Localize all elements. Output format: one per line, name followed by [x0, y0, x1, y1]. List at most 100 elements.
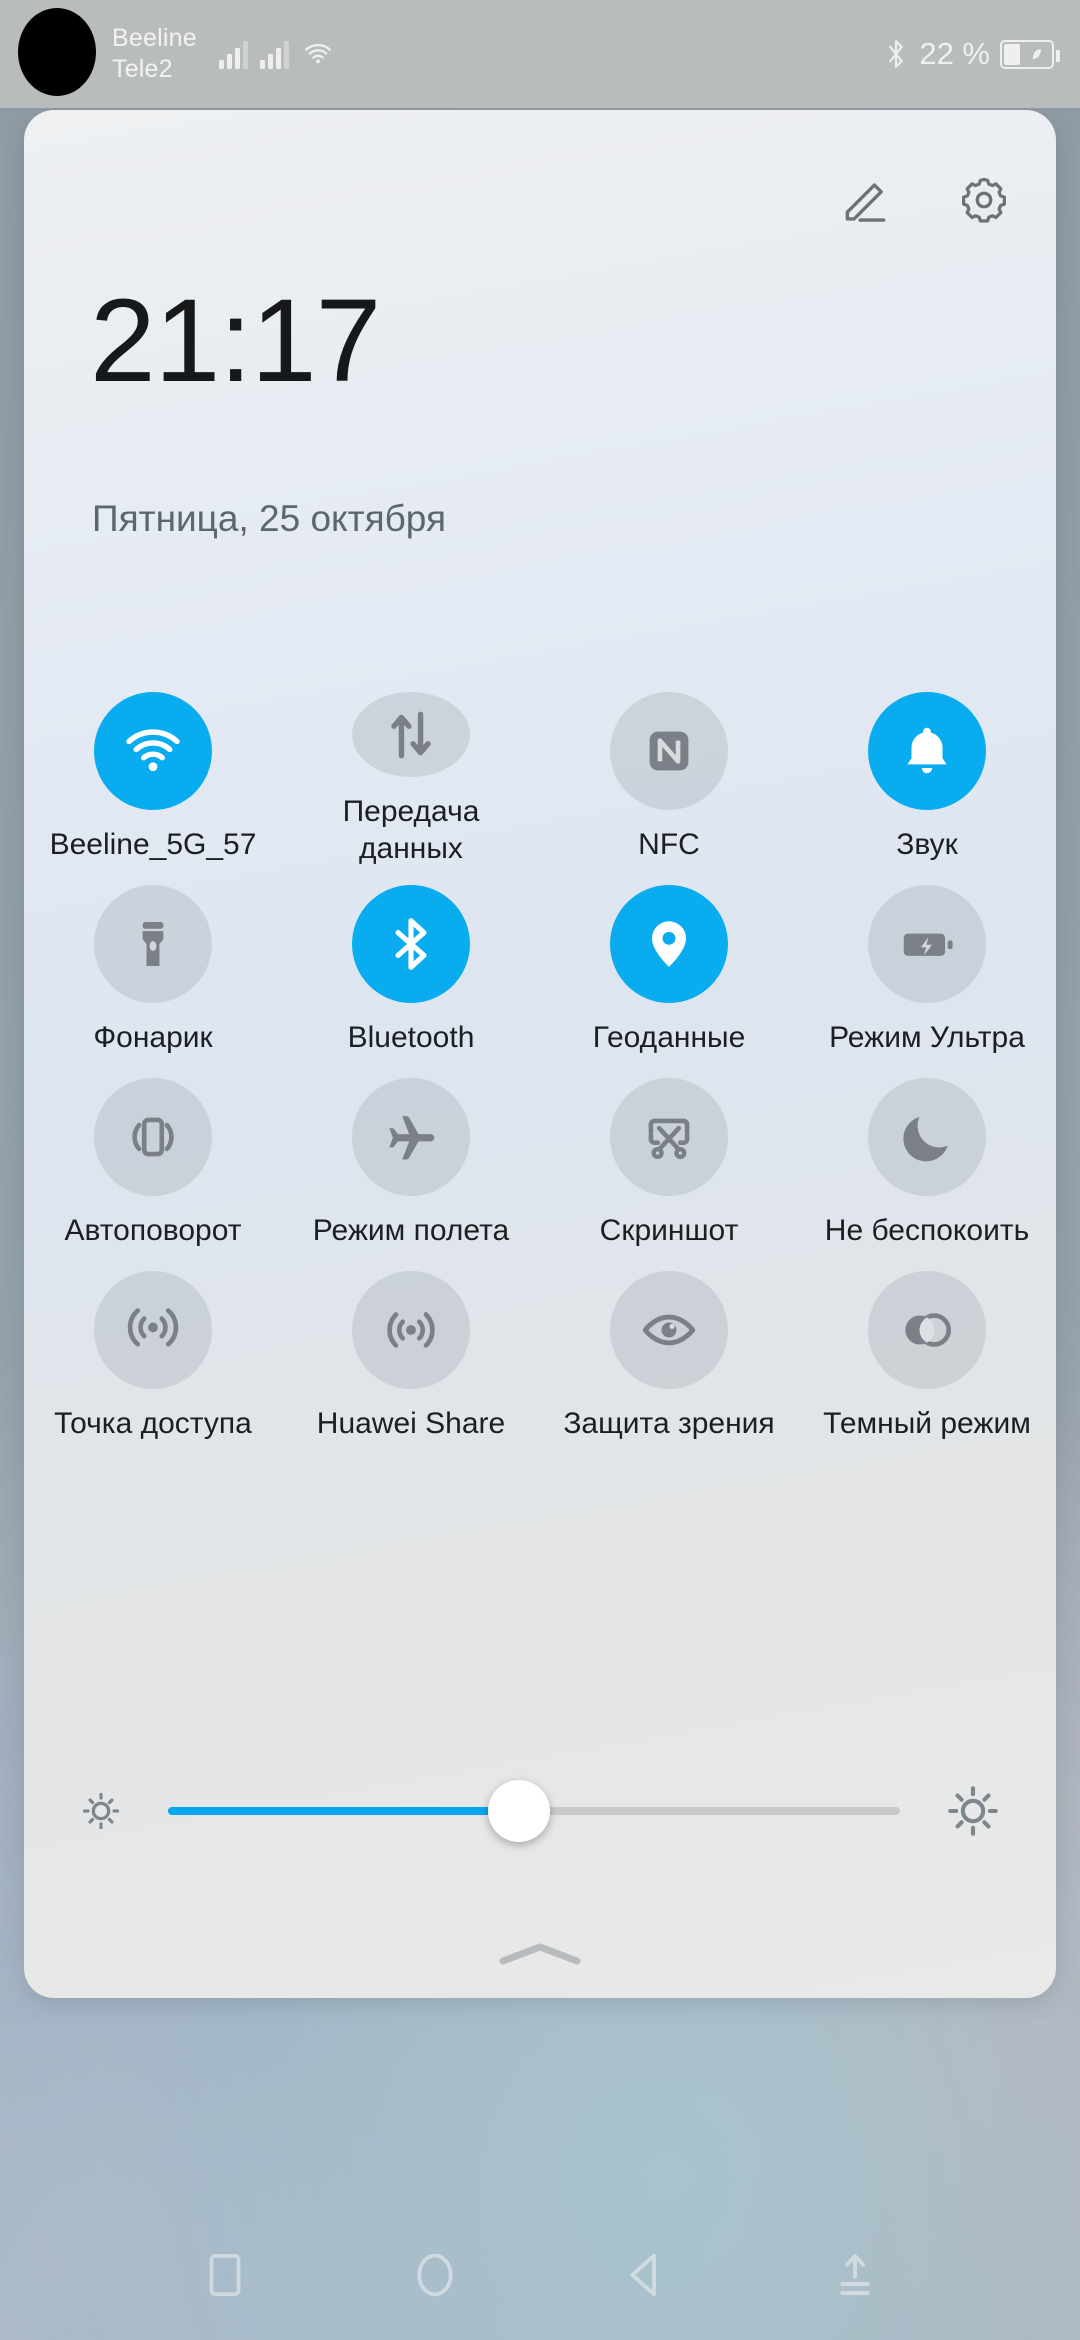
- dark-mode-circles-icon: [905, 1313, 952, 1347]
- hotspot-icon: [127, 1308, 179, 1347]
- panel-header-actions: [838, 172, 1012, 228]
- tile-hotspot[interactable]: Точка доступа: [24, 1253, 282, 1446]
- signal-bars-sim2-icon: [259, 39, 289, 69]
- tile-label: Геоданные: [592, 1021, 746, 1054]
- tile-huawei-share-circle[interactable]: [352, 1271, 470, 1389]
- tile-label: Темный режим: [823, 1407, 1031, 1440]
- tile-mobile-data[interactable]: Передача данных: [282, 674, 540, 867]
- tile-airplane-mode[interactable]: Режим полета: [282, 1060, 540, 1253]
- tile-bluetooth-circle[interactable]: [352, 885, 470, 1003]
- signal-bars-sim1-icon: [218, 39, 248, 69]
- recents-button[interactable]: [189, 2239, 261, 2311]
- eye-comfort-icon: [642, 1314, 696, 1346]
- status-bar-signal-group: [218, 39, 335, 69]
- tile-mobile-data-circle[interactable]: [352, 692, 470, 777]
- wifi-icon: [304, 43, 331, 64]
- front-camera-cutout: [18, 8, 96, 96]
- tile-eye-comfort-circle[interactable]: [610, 1271, 728, 1389]
- tile-auto-rotate-circle[interactable]: [94, 1078, 212, 1196]
- tile-label: Звук: [896, 828, 958, 861]
- home-button[interactable]: [399, 2239, 471, 2311]
- moon-dnd-icon: [903, 1116, 948, 1162]
- flashlight-icon: [142, 922, 164, 966]
- tile-bluetooth[interactable]: Bluetooth: [282, 867, 540, 1060]
- tile-do-not-disturb-circle[interactable]: [868, 1078, 986, 1196]
- circle-home-icon: [417, 2253, 453, 2297]
- pencil-edit-icon[interactable]: [838, 172, 894, 228]
- tile-screenshot[interactable]: Скриншот: [540, 1060, 798, 1253]
- brightness-slider-fill: [168, 1807, 520, 1815]
- tile-dark-mode[interactable]: Темный режим: [798, 1253, 1056, 1446]
- nfc-icon: [649, 731, 689, 771]
- navigation-bar: [0, 2210, 1080, 2340]
- auto-rotate-icon: [132, 1117, 174, 1157]
- bluetooth-icon: [889, 40, 904, 68]
- tile-airplane-mode-circle[interactable]: [352, 1078, 470, 1196]
- tile-location[interactable]: Геоданные: [540, 867, 798, 1060]
- chevron-up-handle-icon[interactable]: [497, 1940, 583, 1968]
- brightness-slider-track[interactable]: [168, 1780, 900, 1842]
- tile-location-circle[interactable]: [610, 885, 728, 1003]
- tile-label: Фонарик: [93, 1021, 213, 1054]
- hide-navbar-button[interactable]: [819, 2239, 891, 2311]
- tile-label: NFC: [638, 828, 700, 861]
- clock-time: 21:17: [90, 275, 381, 407]
- carrier-names: Beeline Tele2: [112, 23, 197, 85]
- tile-do-not-disturb[interactable]: Не беспокоить: [798, 1060, 1056, 1253]
- tile-screenshot-circle[interactable]: [610, 1078, 728, 1196]
- sun-small-icon: [82, 1792, 120, 1830]
- tile-nfc-circle[interactable]: [610, 692, 728, 810]
- quick-settings-panel: 21:17 Пятница, 25 октября Beeline_5G_57: [24, 110, 1056, 1998]
- scissors-screenshot-icon: [648, 1118, 690, 1160]
- quick-settings-tiles-grid: Beeline_5G_57 Передача данных NFC Звук Ф…: [24, 674, 1056, 1446]
- tile-label: Huawei Share: [316, 1407, 506, 1440]
- tile-label: Режим полета: [312, 1214, 510, 1247]
- arrow-up-hide-icon: [840, 2254, 870, 2296]
- tile-huawei-share[interactable]: Huawei Share: [282, 1253, 540, 1446]
- battery-power-saving-leaf-icon: [1000, 39, 1060, 69]
- tile-sound-circle[interactable]: [868, 692, 986, 810]
- tile-ultra-power-mode[interactable]: Режим Ультра: [798, 867, 1056, 1060]
- tile-auto-rotate[interactable]: Автоповорот: [24, 1060, 282, 1253]
- tile-label: Режим Ультра: [829, 1021, 1025, 1054]
- back-button[interactable]: [609, 2239, 681, 2311]
- tile-label: Bluetooth: [347, 1021, 475, 1054]
- battery-bolt-icon: [903, 933, 953, 956]
- data-transfer-icon: [391, 711, 431, 758]
- bluetooth-icon: [395, 918, 427, 970]
- square-recents-icon: [209, 2253, 241, 2297]
- gear-settings-icon[interactable]: [956, 172, 1012, 228]
- tile-label: Защита зрения: [563, 1407, 775, 1440]
- tile-nfc[interactable]: NFC: [540, 674, 798, 867]
- tile-eye-comfort[interactable]: Защита зрения: [540, 1253, 798, 1446]
- brightness-slider-row: [24, 1780, 1056, 1842]
- tile-label: Не беспокоить: [824, 1214, 1030, 1247]
- clock-date: Пятница, 25 октября: [92, 498, 446, 539]
- carrier-name-1: Beeline: [112, 24, 197, 52]
- tile-hotspot-circle[interactable]: [94, 1271, 212, 1389]
- tile-sound[interactable]: Звук: [798, 674, 1056, 867]
- tile-label: Передача данных: [342, 795, 480, 865]
- location-pin-icon: [651, 921, 687, 967]
- status-bar: Beeline Tele2 22 %: [0, 0, 1080, 108]
- tile-wifi-circle[interactable]: [94, 692, 212, 810]
- wifi-icon: [126, 729, 180, 772]
- status-bar-right-group: 22 %: [883, 36, 1060, 72]
- sun-large-icon: [948, 1786, 998, 1836]
- tile-label: Скриншот: [599, 1214, 739, 1247]
- airplane-icon: [389, 1116, 435, 1160]
- tile-label: Точка доступа: [54, 1407, 252, 1440]
- tile-ultra-power-mode-circle[interactable]: [868, 885, 986, 1003]
- tile-dark-mode-circle[interactable]: [868, 1271, 986, 1389]
- tile-flashlight-circle[interactable]: [94, 885, 212, 1003]
- tile-label: Beeline_5G_57: [49, 828, 257, 861]
- tile-wifi[interactable]: Beeline_5G_57: [24, 674, 282, 867]
- brightness-slider-thumb[interactable]: [488, 1780, 551, 1842]
- bell-sound-icon: [907, 727, 947, 774]
- carrier-name-2: Tele2: [112, 55, 173, 83]
- battery-percent-label: 22 %: [919, 36, 990, 71]
- tile-flashlight[interactable]: Фонарик: [24, 867, 282, 1060]
- tile-label: Автоповорот: [64, 1214, 242, 1247]
- huawei-share-icon: [387, 1312, 435, 1348]
- triangle-back-icon: [630, 2253, 656, 2297]
